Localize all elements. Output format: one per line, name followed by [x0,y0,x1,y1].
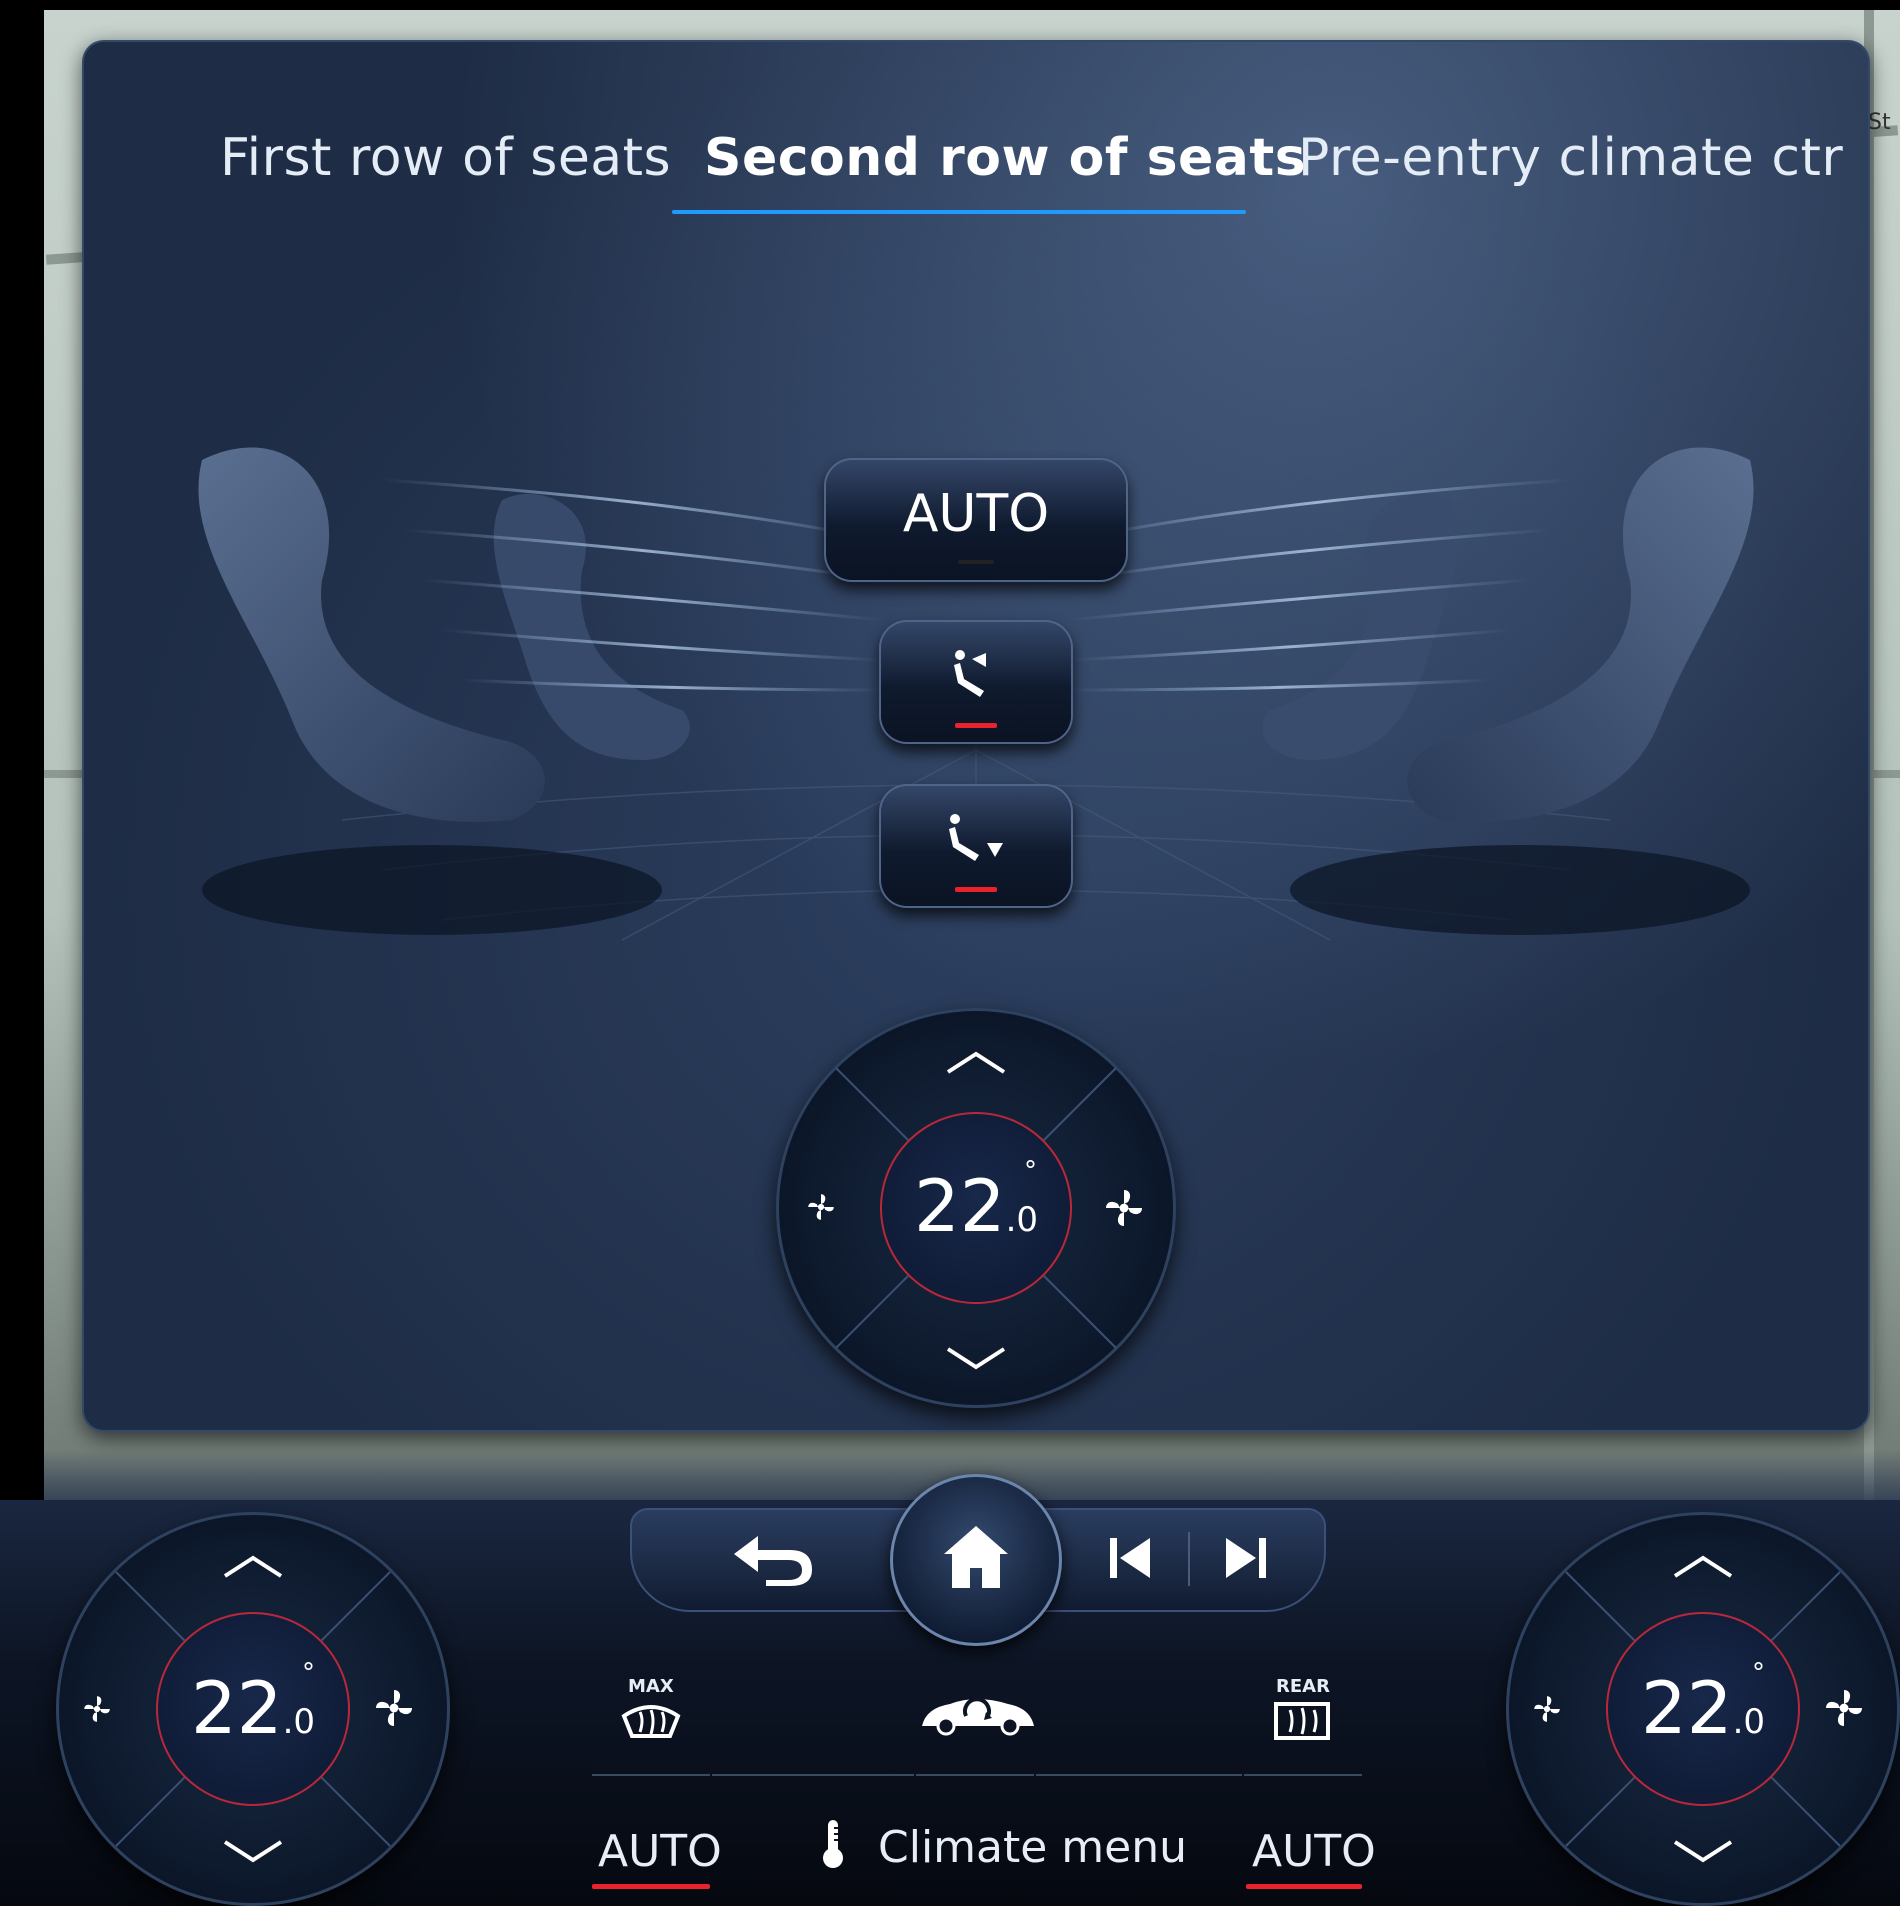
temperature-display: 22.0 ° [156,1612,350,1806]
auto-right-button[interactable]: AUTO [1252,1826,1376,1877]
tab-first-row[interactable]: First row of seats [220,128,671,188]
seat-airflow-lower-icon [949,814,1003,861]
auto-button-label: AUTO [902,484,1050,544]
airflow-lower-button[interactable] [879,784,1073,908]
seat-airflow-upper-icon [954,650,986,697]
auto-left-button[interactable]: AUTO [598,1826,722,1877]
chevron-up-icon[interactable] [1669,1552,1737,1582]
degree-symbol: ° [1752,1658,1765,1688]
chevron-down-icon[interactable] [1669,1836,1737,1866]
temperature-display: 22.0 ° [1606,1612,1800,1806]
divider [916,1774,1034,1776]
home-button[interactable] [890,1474,1062,1646]
passenger-temperature-dial[interactable]: 22.0 ° [1506,1512,1900,1906]
divider [1036,1774,1242,1776]
temperature-display: 22.0 ° [880,1112,1072,1304]
climate-menu-button[interactable]: Climate menu [878,1822,1187,1873]
driver-temperature-dial[interactable]: 22.0 ° [56,1512,450,1906]
tab-pre-entry-climate[interactable]: Pre-entry climate ctr [1298,128,1843,188]
chevron-down-icon[interactable] [219,1836,287,1866]
left-seat [198,447,690,935]
tab-second-row[interactable]: Second row of seats [704,128,1306,188]
degree-symbol: ° [302,1658,315,1688]
rear-temperature-dial[interactable]: 22.0 ° [776,1008,1176,1408]
home-icon [944,1526,1008,1588]
temperature-value: 22.0 [1640,1666,1766,1750]
thermometer-icon [823,1820,843,1868]
chevron-up-icon[interactable] [219,1552,287,1582]
right-seat [1262,447,1754,935]
skip-previous-icon[interactable] [1106,1534,1154,1582]
map-street-label: St [1868,110,1891,135]
active-tab-indicator [672,210,1246,214]
recirculation-icon[interactable] [916,1690,1038,1740]
temperature-value: 22.0 [913,1164,1039,1248]
nav-divider [1188,1532,1190,1586]
max-defrost-icon[interactable] [618,1698,684,1742]
rear-climate-panel: First row of seats Second row of seats P… [82,40,1870,1432]
auto-button[interactable]: AUTO [824,458,1128,582]
skip-next-icon[interactable] [1222,1534,1270,1582]
auto-right-active-bar [1246,1884,1362,1889]
fan-high-icon[interactable] [1820,1684,1868,1732]
divider [712,1774,914,1776]
back-arrow-icon[interactable] [728,1528,818,1588]
fan-low-icon[interactable] [80,1692,114,1726]
fan-low-icon[interactable] [1530,1692,1564,1726]
fan-low-icon[interactable] [804,1190,838,1224]
auto-indicator [958,560,994,564]
airflow-upper-button[interactable] [879,620,1073,744]
airflow-lower-active-bar [955,887,997,892]
fan-high-icon[interactable] [370,1684,418,1732]
chevron-up-icon[interactable] [944,1048,1008,1078]
max-defrost-label: MAX [628,1676,674,1697]
fan-high-icon[interactable] [1100,1184,1148,1232]
airflow-upper-active-bar [955,723,997,728]
chevron-down-icon[interactable] [944,1343,1008,1373]
temperature-value: 22.0 [190,1666,316,1750]
rear-defrost-icon[interactable] [1272,1698,1332,1744]
auto-left-active-bar [592,1884,710,1889]
degree-symbol: ° [1024,1156,1037,1186]
divider [592,1774,710,1776]
tab-bar: First row of seats Second row of seats P… [82,40,1870,220]
divider [1244,1774,1362,1776]
rear-defrost-label: REAR [1276,1676,1330,1697]
